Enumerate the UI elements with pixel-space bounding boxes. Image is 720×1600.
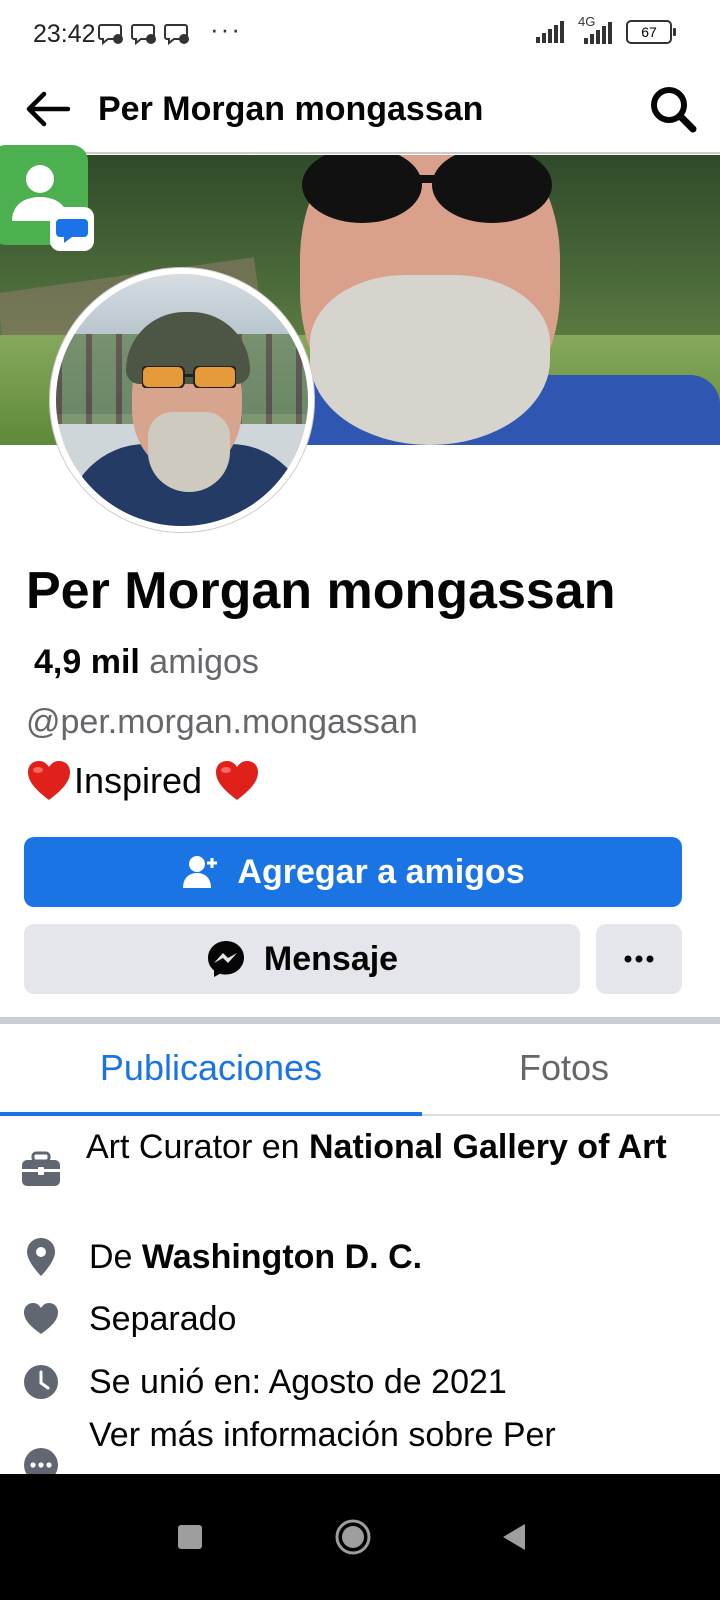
chat-notification-icon — [164, 24, 189, 46]
clock-icon — [20, 1361, 62, 1403]
home-city[interactable]: Washington D. C. — [142, 1238, 422, 1276]
profile-name: Per Morgan mongassan — [26, 562, 616, 620]
work-place[interactable]: National Gallery of Art — [309, 1128, 667, 1166]
back-nav-button[interactable] — [488, 1512, 538, 1562]
red-heart-icon — [216, 761, 259, 800]
cover-beard — [310, 275, 550, 445]
floating-contacts-app-icon[interactable] — [0, 145, 94, 257]
friends-count[interactable]: 4,9 mil amigos — [34, 640, 259, 684]
see-more-link[interactable]: Ver más información sobre Per — [89, 1410, 689, 1460]
info-hometown: De Washington D. C. — [0, 1232, 720, 1282]
location-pin-icon — [20, 1236, 62, 1278]
system-nav-bar — [0, 1474, 720, 1600]
info-work: Art Curator en National Gallery of Art — [0, 1122, 720, 1222]
tab-fotos[interactable]: Fotos — [422, 1024, 706, 1114]
heart-icon — [20, 1298, 62, 1340]
app-bar: Per Morgan mongassan — [0, 70, 720, 154]
square-icon — [178, 1525, 202, 1549]
chat-notification-icon — [98, 24, 123, 46]
battery-icon: 67 — [626, 20, 676, 44]
triangle-back-icon — [503, 1524, 525, 1550]
bio-text: Inspired — [74, 760, 203, 801]
status-time: 23:42 — [33, 20, 96, 48]
profile-username: @per.morgan.mongassan — [26, 703, 418, 741]
tab-publicaciones[interactable]: Publicaciones — [0, 1024, 422, 1116]
profile-avatar[interactable] — [50, 268, 314, 532]
page-title: Per Morgan mongassan — [98, 90, 484, 128]
search-button[interactable] — [646, 82, 700, 136]
avatar-glasses — [142, 366, 236, 388]
work-prefix: Art Curator en — [86, 1128, 309, 1166]
relationship-status: Separado — [89, 1300, 237, 1338]
home-prefix: De — [89, 1238, 142, 1276]
more-options-button[interactable] — [596, 924, 682, 994]
briefcase-icon — [20, 1149, 62, 1191]
more-info-icon — [20, 1444, 62, 1474]
section-divider — [0, 1017, 720, 1024]
contact-chat-icon — [0, 145, 94, 251]
add-friend-button[interactable]: Agregar a amigos — [24, 837, 682, 907]
cover-sunglasses — [302, 155, 552, 223]
add-friend-label: Agregar a amigos — [237, 852, 525, 891]
joined-date: Se unió en: Agosto de 2021 — [89, 1363, 507, 1401]
friends-number: 4,9 mil — [34, 643, 140, 681]
search-icon — [651, 87, 697, 133]
add-friend-icon — [183, 856, 218, 888]
message-label: Mensaje — [263, 939, 399, 978]
recents-button[interactable] — [165, 1512, 215, 1562]
home-button[interactable] — [328, 1512, 378, 1562]
info-see-more[interactable]: Ver más información sobre Per — [0, 1410, 720, 1474]
arrow-left-icon — [26, 91, 70, 127]
info-joined: Se unió en: Agosto de 2021 — [0, 1357, 720, 1407]
avatar-beard — [148, 412, 230, 492]
signal-4g-icon: 4G — [576, 14, 616, 44]
message-button[interactable]: Mensaje — [24, 924, 580, 994]
profile-bio: Inspired — [26, 757, 260, 805]
info-relationship: Separado — [0, 1294, 720, 1344]
friends-label: amigos — [149, 643, 259, 681]
red-heart-icon — [28, 761, 70, 800]
back-button[interactable] — [22, 84, 72, 134]
signal-icon — [536, 21, 564, 43]
status-overflow-dots: ··· — [210, 14, 242, 44]
more-dots-icon — [624, 955, 654, 963]
chat-notification-icon — [131, 24, 156, 46]
circle-home-icon — [335, 1519, 371, 1555]
messenger-icon — [207, 941, 244, 977]
status-bar: 23:42 ··· 4G 67 — [0, 0, 720, 70]
status-indicators: 4G 67 — [536, 14, 676, 44]
profile-tabs: Publicaciones Fotos — [0, 1024, 720, 1116]
